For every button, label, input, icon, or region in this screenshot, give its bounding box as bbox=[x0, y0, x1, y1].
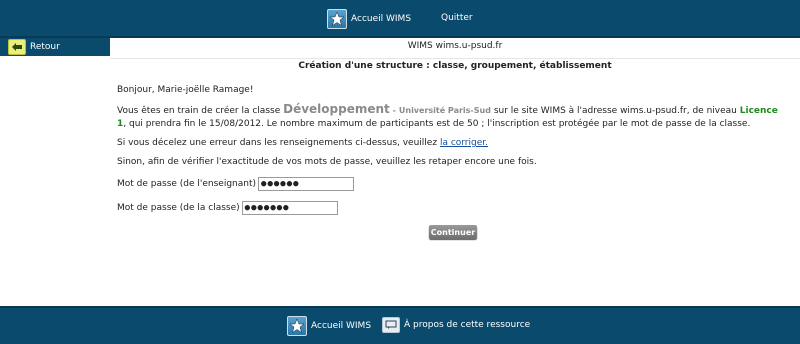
class-info-paragraph: Vous êtes en train de créer la classe Dé… bbox=[117, 103, 789, 131]
quit-link-label: Quitter bbox=[441, 13, 473, 23]
quit-link[interactable]: Quitter bbox=[441, 13, 473, 23]
continue-button[interactable]: Continuer bbox=[429, 225, 477, 239]
verify-text: Sinon, afin de vérifier l'exactitude de … bbox=[117, 157, 537, 167]
home-link[interactable]: Accueil WIMS bbox=[327, 9, 411, 29]
wims-star-icon bbox=[327, 9, 347, 29]
page-title: Création d'une structure : classe, group… bbox=[298, 61, 612, 71]
class-password-input[interactable]: ●●●●●●● bbox=[241, 201, 338, 215]
about-link-label: À propos de cette ressource bbox=[404, 320, 531, 330]
class-password-row: Mot de passe (de la classe) ●●●●●●● bbox=[117, 201, 338, 215]
bottom-navigation-bar: Accueil WIMS À propos de cette ressource bbox=[0, 306, 800, 344]
greeting-text: Bonjour, Marie-joëlle Ramage! bbox=[117, 85, 254, 95]
footer-home-label: Accueil WIMS bbox=[311, 321, 372, 331]
error-paragraph: Si vous décelez une erreur dans les rens… bbox=[117, 137, 789, 150]
class-password-label: Mot de passe (de la classe) bbox=[117, 203, 240, 213]
site-title: WIMS wims.u-psud.fr bbox=[407, 41, 503, 51]
teacher-password-input[interactable]: ●●●●●● bbox=[258, 177, 355, 191]
top-navigation-bar: Accueil WIMS Quitter bbox=[0, 0, 800, 38]
home-link-label: Accueil WIMS bbox=[351, 14, 412, 24]
info-middle: sur le site WIMS à l'adresse wims.u-psud… bbox=[493, 106, 737, 116]
footer-home-link[interactable]: Accueil WIMS bbox=[287, 316, 371, 336]
back-button[interactable]: Retour bbox=[0, 38, 110, 56]
left-sidebar: Retour bbox=[0, 38, 110, 302]
error-prefix: Si vous décelez une erreur dans les rens… bbox=[117, 138, 438, 148]
about-icon bbox=[382, 317, 400, 333]
info-suffix: , qui prendra fin le 15/08/2012. Le nomb… bbox=[123, 119, 751, 129]
info-prefix: Vous êtes en train de créer la classe bbox=[117, 106, 281, 116]
about-link[interactable]: À propos de cette ressource bbox=[382, 317, 530, 333]
teacher-password-label: Mot de passe (de l'enseignant) bbox=[117, 179, 257, 189]
class-name: Développement bbox=[283, 102, 390, 116]
institution-name: Université Paris-Sud bbox=[398, 106, 491, 115]
back-button-label: Retour bbox=[30, 42, 60, 52]
back-arrow-icon bbox=[8, 39, 26, 55]
wims-star-icon bbox=[287, 316, 307, 336]
correct-link[interactable]: la corriger. bbox=[440, 138, 488, 148]
teacher-password-row: Mot de passe (de l'enseignant) ●●●●●● bbox=[117, 177, 355, 191]
info-dash: - bbox=[392, 106, 396, 115]
